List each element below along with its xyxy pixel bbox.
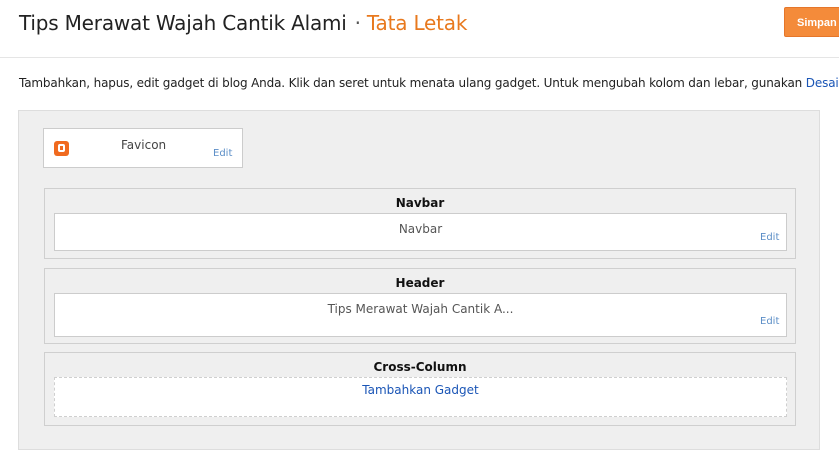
top-header: Tips Merawat Wajah Cantik Alami · Tata Let… bbox=[0, 0, 839, 58]
page-title: Tata Letak bbox=[366, 11, 468, 35]
cross-column-section-title: Cross-Column bbox=[373, 360, 467, 374]
blog-title-breadcrumb: Tips Merawat Wajah Cantik Alami · Tata Let… bbox=[19, 11, 467, 35]
favicon-label: Favicon bbox=[121, 138, 167, 152]
header-gadget-label: Tips Merawat Wajah Cantik A... bbox=[327, 302, 514, 316]
add-gadget-button[interactable]: Tambahkan Gadget bbox=[54, 377, 787, 417]
blog-title[interactable]: Tips Merawat Wajah Cantik Alami bbox=[19, 11, 347, 35]
favicon-gadget[interactable]: Favicon Edit bbox=[43, 128, 243, 168]
navbar-section: Navbar Navbar Edit bbox=[44, 188, 796, 259]
favicon-edit-link[interactable]: Edit bbox=[213, 148, 232, 159]
designer-link[interactable]: Desainer bbox=[806, 76, 839, 90]
add-gadget-label: Tambahkan Gadget bbox=[362, 383, 479, 397]
navbar-edit-link[interactable]: Edit bbox=[760, 232, 779, 243]
navbar-gadget-label: Navbar bbox=[398, 222, 443, 236]
cross-column-section: Cross-Column Tambahkan Gadget bbox=[44, 352, 796, 426]
navbar-gadget[interactable]: Navbar Edit bbox=[54, 213, 787, 251]
blogger-icon bbox=[54, 141, 69, 156]
header-section: Header Tips Merawat Wajah Cantik A... Ed… bbox=[44, 268, 796, 344]
navbar-section-title: Navbar bbox=[395, 196, 445, 210]
instructions-text: Tambahkan, hapus, edit gadget di blog An… bbox=[19, 76, 806, 90]
header-edit-link[interactable]: Edit bbox=[760, 316, 779, 327]
header-gadget[interactable]: Tips Merawat Wajah Cantik A... Edit bbox=[54, 293, 787, 337]
header-section-title: Header bbox=[395, 276, 445, 290]
layout-instructions: Tambahkan, hapus, edit gadget di blog An… bbox=[19, 76, 839, 90]
save-button[interactable]: Simpan bbox=[784, 7, 839, 37]
title-separator: · bbox=[354, 11, 361, 35]
